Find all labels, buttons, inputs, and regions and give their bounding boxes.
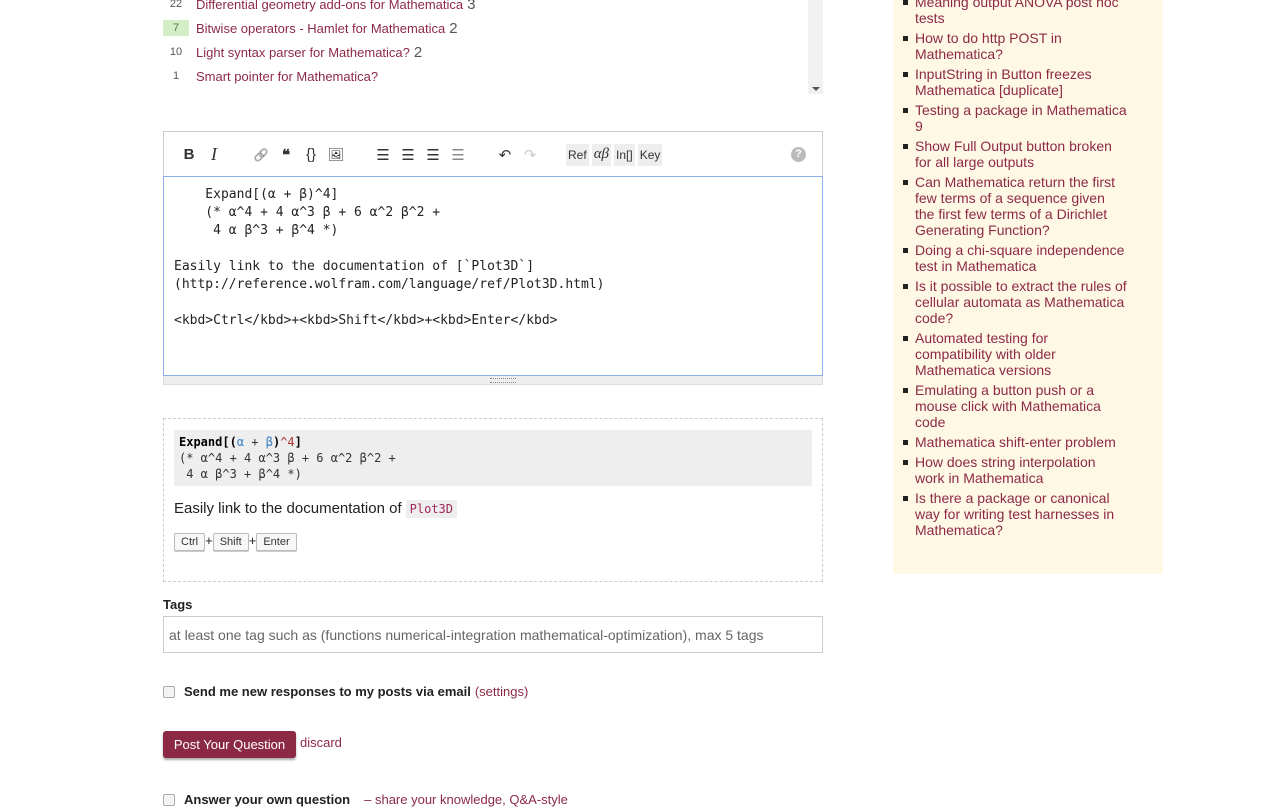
- italic-button[interactable]: I: [203, 144, 225, 166]
- related-question: 22 Differential geometry add-ons for Math…: [163, 0, 808, 16]
- related-question-link[interactable]: Bitwise operators - Hamlet for Mathemati…: [196, 21, 445, 36]
- notify-row: Send me new responses to my posts via em…: [163, 684, 528, 699]
- sidebar-question-link[interactable]: Is there a package or canonical way for …: [915, 490, 1114, 538]
- image-icon[interactable]: 🖼: [325, 144, 347, 166]
- greek-button[interactable]: αβ: [591, 143, 612, 166]
- sidebar-question-link[interactable]: How to do http POST in Mathematica?: [915, 30, 1062, 62]
- editor-toolbar: B I 🔗 ❝ {} 🖼 ☰ ☰ ☰ ☰ ↶ ↷ Ref αβ In[] Key…: [163, 131, 823, 177]
- bulleted-list-icon[interactable]: ☰: [397, 144, 419, 166]
- horizontal-rule-icon[interactable]: ☰: [447, 144, 469, 166]
- sidebar-question-link[interactable]: Testing a package in Mathematica 9: [915, 102, 1127, 134]
- question-body-editor[interactable]: Expand[(α + β)^4] (* α^4 + 4 α^3 β + 6 α…: [163, 176, 823, 376]
- sidebar-question-link[interactable]: How does string interpolation work in Ma…: [915, 454, 1096, 486]
- answer-count: 2: [413, 43, 423, 61]
- notify-checkbox[interactable]: [163, 685, 175, 698]
- heading-icon[interactable]: ☰: [422, 144, 444, 166]
- answer-count: 2: [449, 19, 458, 37]
- redo-icon[interactable]: ↷: [519, 144, 541, 166]
- sidebar-item: Testing a package in Mathematica 9: [903, 102, 1128, 134]
- sidebar-item: Doing a chi-square independence test in …: [903, 242, 1128, 274]
- related-sidebar: Meaning output ANOVA post hoc tests How t…: [893, 0, 1163, 574]
- sidebar-item: Is it possible to extract the rules of c…: [903, 278, 1128, 326]
- preview-keys: Ctrl + Shift + Enter: [174, 533, 812, 551]
- sidebar-question-link[interactable]: Can Mathematica return the first few ter…: [915, 174, 1115, 238]
- editor-resize-handle[interactable]: [163, 376, 823, 385]
- key-button[interactable]: Key: [637, 143, 663, 166]
- bold-button[interactable]: B: [178, 144, 200, 166]
- related-question: 7 Bitwise operators - Hamlet for Mathemat…: [163, 16, 808, 40]
- scroll-down-arrow-icon[interactable]: [812, 87, 820, 91]
- tags-input[interactable]: [163, 616, 823, 653]
- sidebar-question-link[interactable]: Automated testing for compatibility with…: [915, 330, 1056, 378]
- related-questions: 22 Differential geometry add-ons for Math…: [163, 0, 808, 94]
- sidebar-item: Automated testing for compatibility with…: [903, 330, 1128, 378]
- sidebar-item: InputString in Button freezes Mathematic…: [903, 66, 1128, 98]
- discard-link[interactable]: discard: [300, 735, 342, 750]
- related-question-link[interactable]: Light syntax parser for Mathematica?: [196, 45, 410, 60]
- settings-link[interactable]: (settings): [475, 684, 528, 699]
- vote-score: 7: [163, 20, 189, 36]
- undo-icon[interactable]: ↶: [494, 144, 516, 166]
- sidebar-item: Emulating a button push or a mouse click…: [903, 382, 1128, 430]
- sidebar-item: How to do http POST in Mathematica?: [903, 30, 1128, 62]
- related-question-link[interactable]: Differential geometry add-ons for Mathem…: [196, 0, 463, 12]
- sidebar-item: Meaning output ANOVA post hoc tests: [903, 0, 1128, 26]
- sidebar-question-link[interactable]: Show Full Output button broken for all l…: [915, 138, 1112, 170]
- tags-label: Tags: [163, 597, 193, 612]
- input-button[interactable]: In[]: [614, 143, 635, 166]
- plot3d-doc-link[interactable]: Plot3D: [405, 500, 457, 518]
- numbered-list-icon[interactable]: ☰: [372, 144, 394, 166]
- sidebar-item: Can Mathematica return the first few ter…: [903, 174, 1128, 238]
- sidebar-item: Is there a package or canonical way for …: [903, 490, 1128, 538]
- preview-pane: Expand[(α + β)^4] (* α^4 + 4 α^3 β + 6 α…: [163, 418, 823, 582]
- ref-button[interactable]: Ref: [566, 143, 589, 166]
- related-question: 10 Light syntax parser for Mathematica? 2: [163, 40, 808, 64]
- sidebar-question-link[interactable]: InputString in Button freezes Mathematic…: [915, 66, 1092, 98]
- vote-score: 22: [169, 0, 183, 10]
- sidebar-question-link[interactable]: Emulating a button push or a mouse click…: [915, 382, 1101, 430]
- answer-count: 3: [467, 0, 476, 13]
- help-icon[interactable]: ?: [791, 147, 806, 162]
- related-scrollbar[interactable]: [808, 0, 823, 94]
- sidebar-question-link[interactable]: Meaning output ANOVA post hoc tests: [915, 0, 1119, 26]
- related-question-link[interactable]: Smart pointer for Mathematica?: [196, 69, 378, 84]
- sidebar-question-link[interactable]: Is it possible to extract the rules of c…: [915, 278, 1127, 326]
- code-icon[interactable]: {}: [300, 144, 322, 166]
- sidebar-item: Mathematica shift-enter problem: [903, 434, 1128, 450]
- sidebar-item: How does string interpolation work in Ma…: [903, 454, 1128, 486]
- blockquote-icon[interactable]: ❝: [275, 144, 297, 166]
- vote-score: 10: [169, 46, 183, 58]
- link-icon[interactable]: 🔗: [250, 144, 272, 166]
- sidebar-question-link[interactable]: Doing a chi-square independence test in …: [915, 242, 1124, 274]
- preview-text: Easily link to the documentation of Plot3…: [174, 500, 812, 518]
- related-question: 1 Smart pointer for Mathematica?: [163, 64, 808, 88]
- sidebar-item: Show Full Output button broken for all l…: [903, 138, 1128, 170]
- post-question-button[interactable]: Post Your Question: [163, 731, 296, 758]
- sidebar-question-link[interactable]: Mathematica shift-enter problem: [915, 434, 1116, 450]
- preview-code-block: Expand[(α + β)^4] (* α^4 + 4 α^3 β + 6 α…: [174, 430, 812, 486]
- vote-score: 1: [172, 70, 180, 82]
